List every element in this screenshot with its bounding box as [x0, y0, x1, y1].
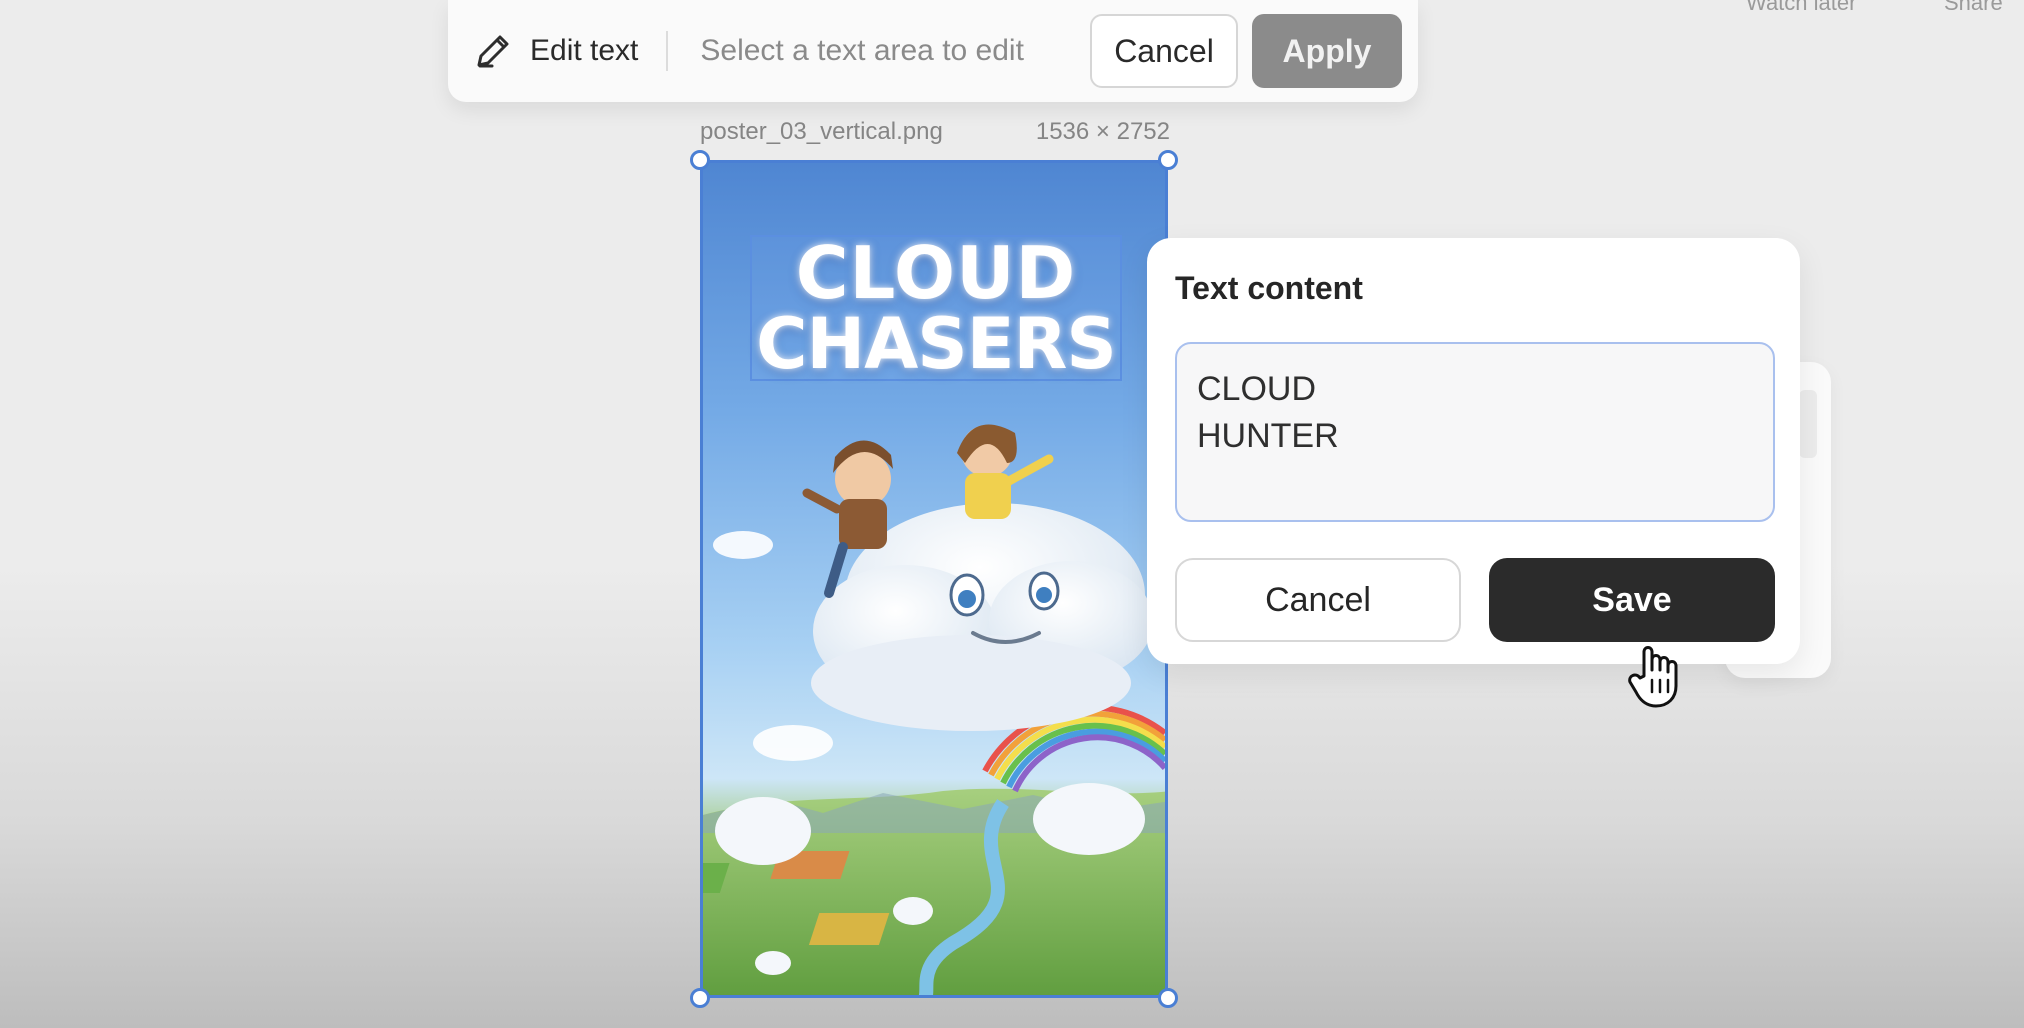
edit-text-label: Edit text	[530, 34, 639, 67]
pencil-icon	[470, 28, 516, 74]
dialog-actions: Cancel Save	[1175, 558, 1775, 642]
file-meta: poster_03_vertical.png 1536 × 2752	[700, 118, 1170, 146]
poster-canvas[interactable]: CLOUD CHASERS	[700, 160, 1168, 998]
toolbar-cancel-button[interactable]: Cancel	[1090, 14, 1238, 88]
hand-pointer-icon	[1628, 640, 1692, 712]
toolbar-hint: Select a text area to edit	[700, 34, 1024, 67]
poster-title[interactable]: CLOUD CHASERS	[750, 235, 1122, 381]
edit-text-toolbar: Edit text Select a text area to edit Can…	[448, 0, 1418, 102]
text-content-input[interactable]: CLOUD HUNTER	[1175, 342, 1775, 522]
text-content-dialog: Text content CLOUD HUNTER Cancel Save	[1147, 238, 1800, 664]
resize-handle-top-right[interactable]	[1158, 150, 1178, 170]
dialog-title: Text content	[1175, 270, 1363, 306]
poster-title-line-2: CHASERS	[756, 303, 1117, 385]
resize-handle-top-left[interactable]	[690, 150, 710, 170]
file-name: poster_03_vertical.png	[700, 118, 943, 145]
share-link[interactable]: Share	[1944, 0, 2003, 16]
image-dimensions: 1536 × 2752	[1035, 118, 1170, 145]
poster-title-line-1: CLOUD	[795, 231, 1077, 315]
dialog-cancel-button[interactable]: Cancel	[1175, 558, 1461, 642]
resize-handle-bottom-right[interactable]	[1158, 988, 1178, 1008]
resize-handle-bottom-left[interactable]	[690, 988, 710, 1008]
background-panel-bar	[1799, 390, 1817, 458]
toolbar-divider	[666, 31, 669, 71]
save-button[interactable]: Save	[1489, 558, 1775, 642]
watch-later-link[interactable]: Watch later	[1746, 0, 1856, 16]
apply-button[interactable]: Apply	[1252, 14, 1402, 88]
